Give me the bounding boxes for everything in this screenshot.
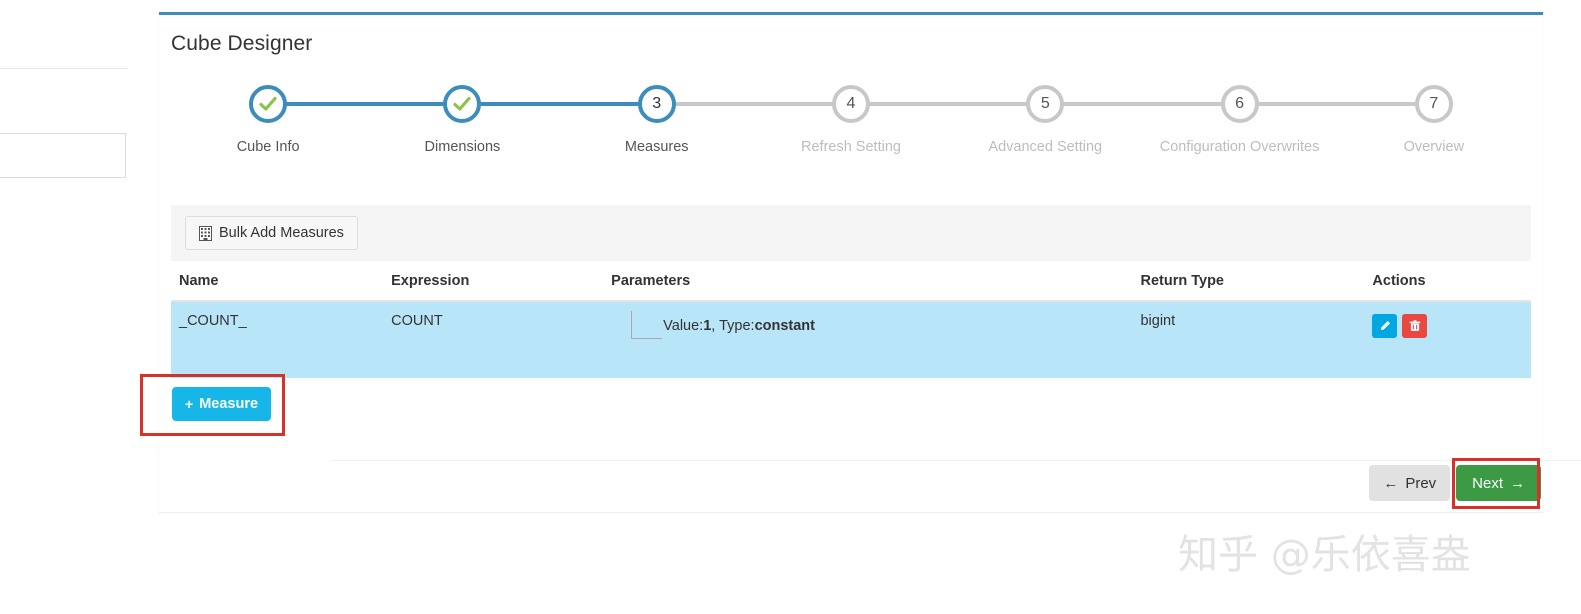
step-circle: 6 bbox=[1220, 85, 1259, 123]
wizard-nav-buttons: ← Prev Next → bbox=[1369, 465, 1541, 501]
next-label: Next bbox=[1472, 474, 1503, 492]
cell-measure-expression: COUNT bbox=[391, 313, 443, 329]
step-connector-left bbox=[1142, 102, 1223, 106]
step-connector-left bbox=[753, 102, 834, 106]
step-connector-left bbox=[1336, 102, 1417, 106]
param-type: constant bbox=[754, 318, 815, 334]
trash-icon bbox=[1409, 320, 1421, 332]
wizard-step-overview[interactable]: 7 Overview bbox=[1336, 85, 1531, 155]
table-header-row: Name Expression Parameters Return Type A… bbox=[171, 261, 1531, 302]
cell-return-type: bigint bbox=[1140, 313, 1176, 329]
column-header-expression: Expression bbox=[391, 273, 470, 289]
step-label: Cube Info bbox=[236, 139, 300, 155]
wizard-step-measures[interactable]: 3 Measures bbox=[559, 85, 754, 155]
footer-divider bbox=[331, 460, 1581, 461]
column-header-return-type: Return Type bbox=[1140, 273, 1224, 289]
plus-icon: + bbox=[185, 396, 194, 412]
bulk-add-measures-label: Bulk Add Measures bbox=[219, 225, 344, 241]
wizard-step-refresh-setting[interactable]: 4 Refresh Setting bbox=[753, 85, 949, 155]
step-connector-left bbox=[559, 102, 640, 106]
prev-label: Prev bbox=[1405, 474, 1437, 492]
wizard-step-configuration-overwrites[interactable]: 6 Configuration Overwrites bbox=[1142, 85, 1337, 155]
step-label: Configuration Overwrites bbox=[1159, 139, 1320, 155]
check-icon bbox=[453, 96, 472, 111]
step-label: Dimensions bbox=[424, 139, 501, 155]
building-icon bbox=[199, 225, 212, 241]
step-circle bbox=[443, 85, 482, 123]
step-connector-right bbox=[1062, 102, 1143, 106]
step-label: Measures bbox=[624, 139, 689, 155]
cell-actions bbox=[1372, 313, 1531, 338]
step-circle: 5 bbox=[1026, 85, 1065, 123]
wizard-stepper: Cube Info Dimensions 3 Measures 4 Refresh Set… bbox=[171, 85, 1531, 177]
step-connector-right bbox=[867, 102, 949, 106]
delete-measure-button[interactable] bbox=[1402, 314, 1428, 338]
table-row[interactable]: _COUNT_ COUNT Value:1, Type:constant big… bbox=[171, 302, 1531, 378]
watermark: 知乎 @乐依喜盎 bbox=[1178, 532, 1471, 578]
page-title: Cube Designer bbox=[171, 32, 313, 55]
measures-table: Name Expression Parameters Return Type A… bbox=[171, 261, 1531, 378]
measures-toolbar: Bulk Add Measures bbox=[171, 205, 1531, 261]
step-connector-left bbox=[365, 102, 446, 106]
check-icon bbox=[259, 96, 277, 111]
screenshot-root: Cube Designer Cube Info Dimensions 3 Measur… bbox=[0, 0, 1581, 614]
cell-measure-name: _COUNT_ bbox=[179, 313, 247, 329]
step-circle: 3 bbox=[637, 85, 676, 123]
bulk-add-measures-button[interactable]: Bulk Add Measures bbox=[185, 216, 358, 250]
column-header-actions: Actions bbox=[1372, 273, 1426, 289]
column-header-parameters: Parameters bbox=[611, 273, 691, 289]
step-connector-left bbox=[948, 102, 1029, 106]
step-connector-right bbox=[285, 102, 366, 106]
cell-measure-parameters: Value:1, Type:constant bbox=[611, 311, 1140, 339]
add-measure-label: Measure bbox=[199, 396, 259, 412]
wizard-step-cube-info[interactable]: Cube Info bbox=[171, 85, 366, 155]
step-connector-right bbox=[1256, 102, 1337, 106]
background-divider bbox=[0, 68, 128, 69]
pencil-icon bbox=[1379, 320, 1391, 332]
step-connector-right bbox=[673, 102, 754, 106]
param-label-value: Value: bbox=[663, 318, 704, 334]
arrow-right-icon: → bbox=[1510, 474, 1525, 492]
param-separator: , Type: bbox=[711, 318, 755, 334]
step-circle bbox=[249, 85, 288, 123]
step-circle: 7 bbox=[1414, 85, 1453, 123]
step-label: Refresh Setting bbox=[801, 139, 901, 155]
edit-measure-button[interactable] bbox=[1372, 314, 1398, 338]
add-measure-button[interactable]: + Measure bbox=[172, 387, 272, 421]
column-header-name: Name bbox=[179, 273, 219, 289]
wizard-step-advanced-setting[interactable]: 5 Advanced Setting bbox=[948, 85, 1143, 155]
step-label: Advanced Setting bbox=[988, 139, 1103, 155]
step-circle: 4 bbox=[831, 85, 870, 123]
next-button[interactable]: Next → bbox=[1456, 465, 1541, 501]
wizard-step-dimensions[interactable]: Dimensions bbox=[365, 85, 560, 155]
arrow-left-icon: ← bbox=[1383, 474, 1399, 492]
tree-branch-icon bbox=[631, 311, 663, 339]
cube-designer-panel: Cube Designer Cube Info Dimensions 3 Measur… bbox=[159, 12, 1581, 512]
step-label: Overview bbox=[1403, 139, 1465, 155]
background-panel-fragment bbox=[0, 133, 126, 178]
prev-button[interactable]: ← Prev bbox=[1369, 465, 1451, 501]
step-connector-right bbox=[479, 102, 560, 106]
